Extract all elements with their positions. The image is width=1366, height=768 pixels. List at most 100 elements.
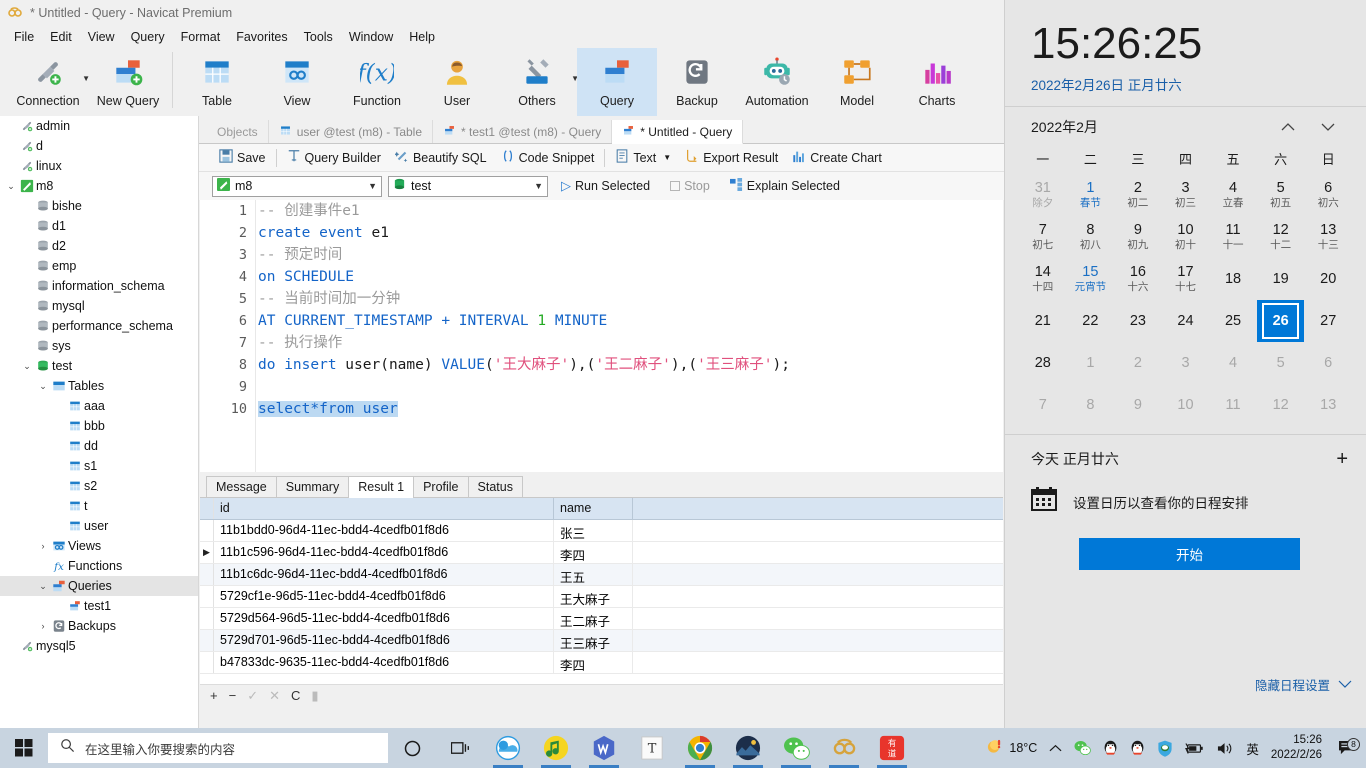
task-view-icon[interactable] — [436, 728, 484, 768]
calendar-day[interactable]: 28 — [1019, 342, 1067, 384]
calendar-day[interactable]: 2 — [1114, 342, 1162, 384]
result-tab-result-1[interactable]: Result 1 — [348, 476, 415, 498]
chevron-right-icon[interactable]: › — [36, 621, 50, 631]
calendar-day[interactable]: 5 初五 — [1257, 174, 1305, 216]
code-line[interactable]: do insert user(name) VALUE('王大麻子'),('王二麻… — [258, 354, 1003, 376]
tree-node-dd[interactable]: dd — [0, 436, 198, 456]
code-line[interactable]: -- 预定时间 — [258, 244, 1003, 266]
tree-node-queries[interactable]: ⌄ Queries — [0, 576, 198, 596]
agenda-start-button[interactable]: 开始 — [1079, 538, 1300, 570]
apply-icon[interactable]: ✓ — [247, 688, 258, 704]
search-input[interactable]: 在这里输入你要搜索的内容 — [48, 733, 388, 763]
cortana-circle-icon[interactable] — [388, 728, 436, 768]
ribbon-others-button[interactable]: Others ▼ — [497, 48, 579, 116]
taskbar-text-editor-app[interactable]: T — [628, 728, 676, 768]
calendar-day[interactable]: 11 — [1209, 384, 1257, 426]
tree-node-d1[interactable]: d1 — [0, 216, 198, 236]
cell-id[interactable]: 5729d564-96d5-11ec-bdd4-4cedfb01f8d6 — [214, 608, 554, 629]
cell-id[interactable]: 11b1bdd0-96d4-11ec-bdd4-4cedfb01f8d6 — [214, 520, 554, 541]
calendar-day[interactable]: 9 — [1114, 384, 1162, 426]
taskbar-photos-app[interactable] — [724, 728, 772, 768]
tree-node-functions[interactable]: fx Functions — [0, 556, 198, 576]
text-button[interactable]: Text ▼ — [608, 147, 678, 169]
calendar-day[interactable]: 6 初六 — [1304, 174, 1352, 216]
calendar-day-grid[interactable]: 31 除夕 1 春节 2 初二 3 初三 4 立春 5 初五 6 初六 7 初七… — [1019, 174, 1352, 426]
tree-node-mysql5[interactable]: mysql5 — [0, 636, 198, 656]
tree-node-emp[interactable]: emp — [0, 256, 198, 276]
ribbon-automation-button[interactable]: Automation — [737, 48, 817, 116]
tree-node-d2[interactable]: d2 — [0, 236, 198, 256]
ribbon-new-query-button[interactable]: New Query — [88, 48, 168, 116]
calendar-day[interactable]: 5 — [1257, 342, 1305, 384]
cell-name[interactable]: 王五 — [554, 564, 633, 585]
result-tab-message[interactable]: Message — [206, 476, 277, 497]
taskbar-cloud-drive-app[interactable] — [484, 728, 532, 768]
run-selected-button[interactable]: ▷ Run Selected — [554, 175, 657, 197]
taskbar-navicat-app[interactable] — [820, 728, 868, 768]
cell-id[interactable]: 11b1c596-96d4-11ec-bdd4-4cedfb01f8d6 — [214, 542, 554, 563]
calendar-day[interactable]: 4 — [1209, 342, 1257, 384]
ribbon-table-button[interactable]: Table — [177, 48, 257, 116]
calendar-day[interactable]: 17 十七 — [1162, 258, 1210, 300]
doc-tab-1[interactable]: user @test (m8) - Table — [268, 120, 434, 143]
taskbar-youdao-dict-app[interactable]: 有道 — [868, 728, 916, 768]
volume-icon[interactable] — [1211, 741, 1240, 756]
result-tab-summary[interactable]: Summary — [275, 476, 350, 497]
code-line[interactable]: -- 当前时间加一分钟 — [258, 288, 1003, 310]
chevron-down-icon[interactable] — [1308, 120, 1348, 135]
cell-name[interactable]: 李四 — [554, 652, 633, 673]
calendar-day[interactable]: 22 — [1067, 300, 1115, 342]
tree-node-bbb[interactable]: bbb — [0, 416, 198, 436]
tree-node-test[interactable]: ⌄ test — [0, 356, 198, 376]
table-row[interactable]: 5729cf1e-96d5-11ec-bdd4-4cedfb01f8d6 王大麻… — [200, 586, 1003, 608]
taskbar-qq-music-app[interactable] — [532, 728, 580, 768]
calendar-day[interactable]: 8 — [1067, 384, 1115, 426]
code-line[interactable]: -- 执行操作 — [258, 332, 1003, 354]
chevron-down-icon[interactable]: ▼ — [663, 153, 671, 162]
tree-node-t[interactable]: t — [0, 496, 198, 516]
tree-node-backups[interactable]: › Backups — [0, 616, 198, 636]
cell-name[interactable]: 王三麻子 — [554, 630, 633, 651]
calendar-day[interactable]: 18 — [1209, 258, 1257, 300]
calendar-day[interactable]: 25 — [1209, 300, 1257, 342]
stop-icon[interactable]: ▮ — [311, 688, 318, 704]
tree-node-admin[interactable]: admin — [0, 116, 198, 136]
beautify-sql-button[interactable]: Beautify SQL — [388, 147, 494, 169]
security-shield-icon[interactable] — [1151, 740, 1179, 757]
code-line[interactable]: AT CURRENT_TIMESTAMP + INTERVAL 1 MINUTE — [258, 310, 1003, 332]
plus-icon[interactable]: + — [1336, 449, 1348, 469]
calendar-day[interactable]: 16 十六 — [1114, 258, 1162, 300]
sql-code-area[interactable]: -- 创建事件e1 create event e1 -- 预定时间 on SCHEDU… — [258, 200, 1003, 472]
calendar-day[interactable]: 7 初七 — [1019, 216, 1067, 258]
menu-window[interactable]: Window — [341, 28, 401, 46]
calendar-day[interactable]: 10 — [1162, 384, 1210, 426]
ribbon-function-button[interactable]: f(x) Function — [337, 48, 417, 116]
table-row[interactable]: ▶ 11b1c596-96d4-11ec-bdd4-4cedfb01f8d6 李… — [200, 542, 1003, 564]
export-result-button[interactable]: Export Result — [678, 147, 785, 169]
refresh-icon[interactable]: C — [291, 688, 300, 703]
code-snippet-button[interactable]: Code Snippet — [494, 147, 602, 169]
chevron-right-icon[interactable]: › — [36, 541, 50, 551]
calendar-day[interactable]: 23 — [1114, 300, 1162, 342]
taskbar-clock[interactable]: 15:26 2022/2/26 — [1265, 733, 1330, 763]
wechat-tray-icon[interactable] — [1068, 740, 1097, 756]
cell-id[interactable]: 5729cf1e-96d5-11ec-bdd4-4cedfb01f8d6 — [214, 586, 554, 607]
explain-selected-button[interactable]: Explain Selected — [723, 175, 847, 197]
calendar-day[interactable]: 8 初八 — [1067, 216, 1115, 258]
calendar-day[interactable]: 20 — [1304, 258, 1352, 300]
calendar-day[interactable]: 4 立春 — [1209, 174, 1257, 216]
create-chart-button[interactable]: Create Chart — [785, 147, 889, 169]
calendar-day[interactable]: 3 初三 — [1162, 174, 1210, 216]
query-builder-button[interactable]: Query Builder — [280, 147, 388, 169]
qq-tray-icon-2[interactable] — [1124, 740, 1151, 756]
calendar-day[interactable]: 13 — [1304, 384, 1352, 426]
cell-name[interactable]: 李四 — [554, 542, 633, 563]
calendar-day[interactable]: 13 十三 — [1304, 216, 1352, 258]
tree-node-user[interactable]: user — [0, 516, 198, 536]
ribbon-charts-button[interactable]: Charts — [897, 48, 977, 116]
cell-id[interactable]: 11b1c6dc-96d4-11ec-bdd4-4cedfb01f8d6 — [214, 564, 554, 585]
tree-node-performance-schema[interactable]: performance_schema — [0, 316, 198, 336]
ribbon-backup-button[interactable]: Backup — [657, 48, 737, 116]
qq-tray-icon[interactable] — [1097, 740, 1124, 756]
ribbon-query-button[interactable]: Query — [577, 48, 657, 116]
